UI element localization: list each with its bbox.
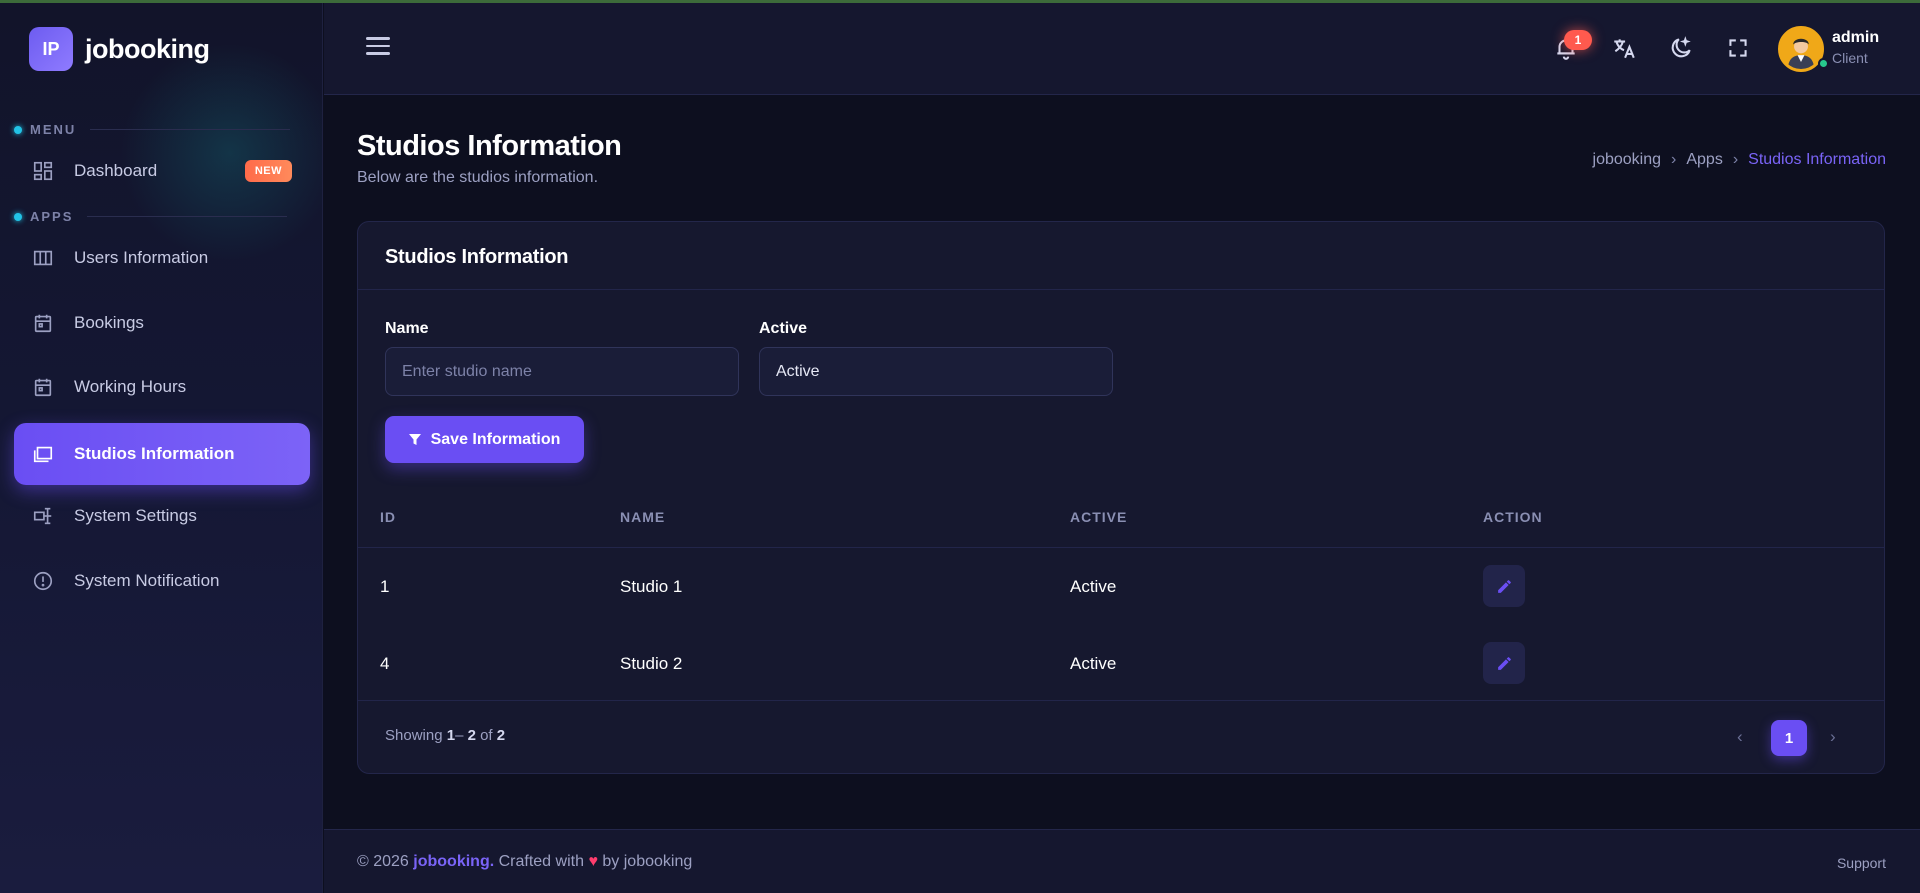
name-label: Name [385, 320, 429, 337]
translate-icon[interactable] [1610, 34, 1638, 62]
studio-name-input[interactable] [385, 347, 739, 396]
sidebar-item-label: Studios Information [74, 444, 235, 463]
card-divider [358, 289, 1884, 290]
online-status-dot [1818, 58, 1829, 69]
folders-icon [33, 446, 53, 463]
edit-button[interactable] [1483, 642, 1525, 684]
footer: © 2026 jobooking. Crafted with ♥ by jobo… [324, 829, 1920, 893]
section-label-menu: MENU [14, 122, 291, 137]
user-avatar[interactable] [1778, 26, 1824, 72]
sidebar-item-system-notification[interactable]: System Notification [14, 550, 310, 612]
table-cell-active: Active [1070, 654, 1117, 673]
dark-mode-icon[interactable] [1667, 34, 1695, 62]
brand[interactable]: IP jobooking [29, 27, 210, 71]
sidebar-item-label: Users Information [74, 248, 209, 267]
filter-icon [408, 433, 421, 445]
active-select-value: Active [776, 362, 820, 380]
sidebar-item-label: Bookings [74, 313, 144, 332]
table-cell-name: Studio 1 [620, 577, 683, 596]
sidebar-item-users-information[interactable]: Users Information [14, 227, 310, 289]
sidebar-item-bookings[interactable]: Bookings [14, 292, 310, 354]
calendar-icon [34, 314, 52, 333]
page-title: Studios Information [357, 130, 622, 162]
save-information-button[interactable]: Save Information [385, 416, 584, 463]
pencil-icon [1497, 579, 1511, 593]
pencil-icon [1497, 656, 1511, 670]
notification-count-badge: 1 [1564, 30, 1592, 50]
column-header-action: ACTION [1483, 509, 1543, 525]
top-header: 1 admin Client [324, 3, 1920, 95]
table-cell-name: Studio 2 [620, 654, 683, 673]
sidebar-item-working-hours[interactable]: Working Hours [14, 356, 310, 418]
card-title: Studios Information [385, 246, 569, 268]
alert-circle-icon [33, 571, 53, 591]
breadcrumb-current: Studios Information [1748, 151, 1886, 168]
column-header-id: ID [380, 509, 396, 525]
brand-name: jobooking [85, 33, 210, 64]
pagination-summary: Showing 1– 2 of 2 [385, 727, 506, 744]
column-header-name: NAME [620, 509, 666, 525]
table-cell-id: 1 [380, 577, 390, 596]
columns-icon [33, 250, 53, 266]
breadcrumb-item[interactable]: jobooking [1593, 151, 1662, 169]
sidebar-item-label: System Notification [74, 571, 220, 590]
footer-brand-link[interactable]: jobooking. [413, 853, 494, 870]
sidebar-item-system-settings[interactable]: System Settings [14, 485, 310, 547]
table-header-divider [358, 547, 1884, 548]
support-link[interactable]: Support [1837, 855, 1886, 871]
pagination-page-button[interactable]: 1 [1771, 720, 1807, 756]
breadcrumb-separator: › [1671, 151, 1677, 168]
edit-button[interactable] [1483, 565, 1525, 607]
sidebar-item-label: System Settings [74, 506, 197, 525]
table-footer-divider [358, 700, 1884, 701]
brand-logo: IP [29, 27, 73, 71]
sidebar-item-label: Working Hours [74, 377, 187, 396]
section-divider [90, 129, 291, 130]
active-label: Active [759, 320, 808, 337]
section-divider [87, 216, 288, 217]
column-header-active: ACTIVE [1070, 509, 1128, 525]
notification-bell-icon[interactable]: 1 [1552, 30, 1592, 62]
user-name[interactable]: admin [1832, 29, 1879, 47]
pagination-next-button[interactable]: › [1830, 727, 1836, 747]
sidebar-item-dashboard[interactable]: Dashboard NEW [14, 140, 310, 202]
table-cell-active: Active [1070, 577, 1117, 596]
menu-toggle-icon[interactable] [366, 37, 390, 57]
sidebar-item-label: Dashboard [74, 161, 158, 180]
breadcrumb-item[interactable]: Apps [1686, 151, 1722, 169]
section-label-apps: APPS [14, 209, 288, 224]
heart-icon: ♥ [588, 853, 598, 870]
pagination-prev-button[interactable]: ‹ [1737, 727, 1743, 747]
breadcrumb: jobooking › Apps › Studios Information [1593, 151, 1886, 169]
settings-icon [33, 507, 52, 525]
section-dot [14, 125, 22, 134]
new-badge: NEW [244, 160, 292, 182]
page-subtitle: Below are the studios information. [357, 169, 599, 186]
sidebar-item-studios-information[interactable]: Studios Information [14, 423, 310, 485]
section-dot [14, 212, 22, 221]
dashboard-icon [33, 161, 53, 181]
save-button-label: Save Information [430, 430, 561, 448]
table-cell-id: 4 [380, 654, 390, 673]
sidebar: IP jobooking MENU Dashboard NEW APPS Use… [0, 3, 323, 893]
breadcrumb-separator: › [1732, 151, 1739, 168]
footer-copyright: © 2026 jobooking. Crafted with ♥ by jobo… [357, 853, 693, 870]
user-role: Client [1832, 50, 1868, 66]
fullscreen-icon[interactable] [1724, 34, 1752, 62]
studios-card: Studios Information Name Active Active S… [357, 221, 1885, 774]
active-select[interactable]: Active [759, 347, 1113, 396]
calendar-icon [34, 378, 52, 397]
